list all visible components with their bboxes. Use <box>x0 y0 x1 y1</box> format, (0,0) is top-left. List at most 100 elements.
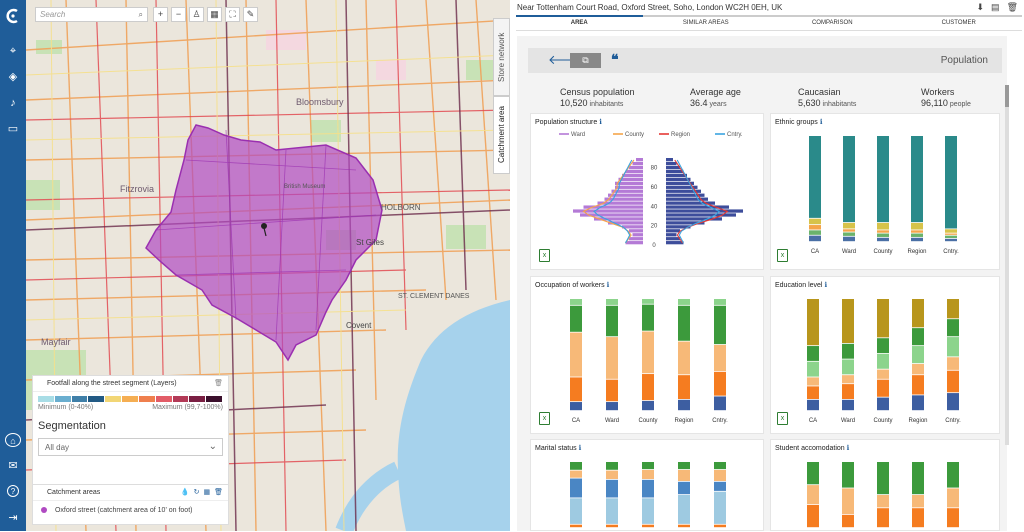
bar-segment[interactable] <box>877 299 889 338</box>
pyramid-bar-right[interactable] <box>666 209 743 213</box>
bar-segment[interactable] <box>877 222 889 230</box>
bar-segment[interactable] <box>714 491 726 524</box>
bar-segment[interactable] <box>877 397 889 411</box>
bar-segment[interactable] <box>678 495 690 524</box>
bar-segment[interactable] <box>912 328 924 346</box>
bar-segment[interactable] <box>911 233 923 237</box>
pyramid-bar-left[interactable] <box>632 233 644 237</box>
bar-segment[interactable] <box>877 233 889 237</box>
zoom-out-icon[interactable]: − <box>171 7 186 22</box>
bar-segment[interactable] <box>807 361 819 377</box>
bar-segment[interactable] <box>678 481 690 495</box>
search-icon[interactable]: ⌕ <box>139 10 143 20</box>
logout-icon[interactable]: ⇥ <box>5 511 21 525</box>
excel-export-icon[interactable]: x <box>777 249 788 262</box>
bar-segment[interactable] <box>947 357 959 370</box>
bar-segment[interactable] <box>911 230 923 233</box>
grid-icon[interactable]: ▦ <box>203 488 210 496</box>
bar-segment[interactable] <box>877 508 889 528</box>
bar-segment[interactable] <box>877 379 889 397</box>
ramp-swatch[interactable] <box>172 396 189 402</box>
bar-segment[interactable] <box>945 233 957 235</box>
ramp-swatch[interactable] <box>88 396 105 402</box>
bar-segment[interactable] <box>606 462 618 470</box>
bank-icon[interactable]: ⌂ <box>5 433 21 447</box>
bar-segment[interactable] <box>842 462 854 488</box>
refresh-icon[interactable]: ↻ <box>194 488 200 496</box>
bar-segment[interactable] <box>842 384 854 399</box>
segmentation-select[interactable]: All day ⌄ <box>38 438 223 456</box>
layers-icon[interactable]: ◈ <box>5 70 21 84</box>
trash-icon[interactable]: 🗑 <box>214 379 223 387</box>
pyramid-bar-right[interactable] <box>666 233 677 237</box>
bar-segment[interactable] <box>877 237 889 242</box>
pyramid-bar-left[interactable] <box>629 229 643 233</box>
bar-segment[interactable] <box>842 359 854 375</box>
bar-segment[interactable] <box>807 399 819 411</box>
bar-segment[interactable] <box>843 222 855 229</box>
eraser-icon[interactable]: ✎ <box>243 7 258 22</box>
tab-customer[interactable]: CUSTOMER <box>895 15 1022 30</box>
bar-segment[interactable] <box>570 299 582 305</box>
bar-segment[interactable] <box>642 498 654 524</box>
bar-segment[interactable] <box>809 225 821 230</box>
bar-segment[interactable] <box>809 218 821 225</box>
bar-segment[interactable] <box>678 469 690 481</box>
bar-segment[interactable] <box>714 344 726 371</box>
pyramid-bar-right[interactable] <box>666 237 680 241</box>
pyramid-bar-left[interactable] <box>632 161 644 166</box>
ramp-swatch[interactable] <box>38 396 54 402</box>
pyramid-bar-left[interactable] <box>625 169 644 174</box>
bar-segment[interactable] <box>570 478 582 498</box>
pyramid-bar-right[interactable] <box>666 241 684 245</box>
bar-segment[interactable] <box>911 237 923 242</box>
bar-segment[interactable] <box>911 222 923 230</box>
bar-segment[interactable] <box>642 374 654 401</box>
trash-icon[interactable]: 🗑 <box>214 488 223 496</box>
bar-segment[interactable] <box>947 319 959 337</box>
pyramid-bar-right[interactable] <box>666 229 680 233</box>
bar-segment[interactable] <box>642 299 654 304</box>
bar-segment[interactable] <box>807 299 819 346</box>
quote-icon[interactable]: ❝ <box>611 51 619 68</box>
bar-segment[interactable] <box>570 462 582 470</box>
drop-icon[interactable]: 💧 <box>181 488 190 496</box>
bar-segment[interactable] <box>842 299 854 343</box>
bar-segment[interactable] <box>714 469 726 481</box>
bar-segment[interactable] <box>912 346 924 364</box>
copy-button[interactable]: ⧉ <box>570 53 601 68</box>
bar-segment[interactable] <box>842 488 854 514</box>
bar-segment[interactable] <box>877 495 889 508</box>
bar-segment[interactable] <box>947 337 959 357</box>
bar-segment[interactable] <box>807 377 819 386</box>
bar-segment[interactable] <box>642 469 654 480</box>
bar-segment[interactable] <box>809 136 821 218</box>
bar-segment[interactable] <box>912 508 924 528</box>
tab-comparison[interactable]: COMPARISON <box>769 15 896 30</box>
bar-segment[interactable] <box>947 299 959 319</box>
bell-icon[interactable]: ♪ <box>5 96 21 110</box>
street-view-icon[interactable]: ♙ <box>189 7 204 22</box>
bar-segment[interactable] <box>606 299 618 305</box>
bar-segment[interactable] <box>570 377 582 402</box>
bar-segment[interactable] <box>642 524 654 528</box>
tab-similar-areas[interactable]: SIMILAR AREAS <box>642 15 769 30</box>
bar-segment[interactable] <box>606 479 618 498</box>
map-pin-icon[interactable]: ⌖ <box>5 44 21 58</box>
bar-segment[interactable] <box>570 470 582 478</box>
bar-segment[interactable] <box>945 136 957 229</box>
bar-segment[interactable] <box>714 462 726 470</box>
bar-segment[interactable] <box>642 331 654 374</box>
ramp-swatch[interactable] <box>138 396 155 402</box>
ramp-swatch[interactable] <box>122 396 138 402</box>
bar-segment[interactable] <box>809 230 821 235</box>
bar-segment[interactable] <box>642 400 654 411</box>
trash-icon[interactable]: 🗑 <box>1007 2 1018 13</box>
pyramid-bar-right[interactable] <box>666 169 684 174</box>
search-input[interactable]: Search ⌕ <box>35 7 148 22</box>
bar-segment[interactable] <box>843 229 855 232</box>
pyramid-bar-left[interactable] <box>622 173 643 178</box>
pyramid-bar-right[interactable] <box>666 165 680 170</box>
pyramid-bar-left[interactable] <box>636 158 643 162</box>
ramp-swatch[interactable] <box>71 396 88 402</box>
